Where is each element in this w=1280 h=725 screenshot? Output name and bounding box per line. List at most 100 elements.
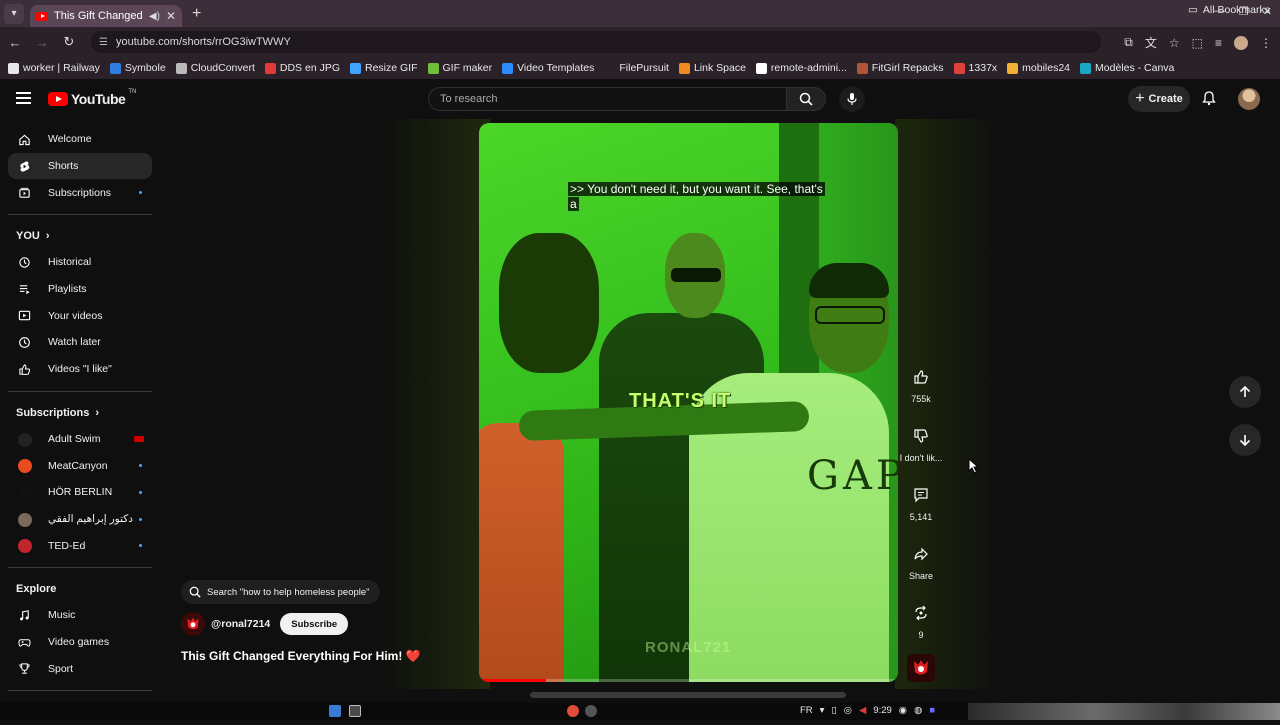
bookmark-star-icon[interactable]: ☆ [1169,36,1180,50]
sidebar-item-home[interactable]: Welcome [8,126,152,153]
suggested-search-chip[interactable]: Search "how to help homeless people" [181,580,380,604]
search-button[interactable] [786,87,826,111]
media-control-icon[interactable]: ≡ [1215,36,1222,50]
sidebar-item-channel[interactable]: MeatCanyon [8,452,152,479]
volume-icon[interactable]: ◀ [859,705,866,716]
channel-avatar-icon [18,485,32,500]
keyboard-language[interactable]: FR [800,705,813,716]
taskbar-apps [329,705,361,717]
sidebar-item-music[interactable]: Music [8,602,152,629]
browser-tab[interactable]: This Gift Changed Eve ◀) ✕ [30,5,182,27]
bookmark-item[interactable]: Symbole [109,62,166,74]
back-button[interactable]: ← [3,35,27,50]
tab-title: This Gift Changed Eve [54,10,143,22]
logo-country: TN [128,89,137,95]
bookmark-item[interactable]: FilePursuit [604,62,669,74]
settings-icon[interactable] [585,705,597,717]
notifications-button[interactable] [1201,90,1217,111]
remix-button[interactable]: 9 [898,600,944,640]
bookmark-item[interactable]: Resize GIF [350,62,418,74]
sidebar-item-clock[interactable]: Watch later [8,329,152,356]
bookmark-item[interactable]: remote-admini... [755,62,847,74]
channel-thumbnail[interactable] [907,654,935,682]
sidebar-item-channel[interactable]: دكتور إبراهيم الفقي [8,506,152,533]
account-avatar[interactable] [1238,88,1260,110]
sidebar-item-your-videos[interactable]: Your videos [8,302,152,329]
comments-button[interactable]: 5,141 [898,482,944,522]
bookmark-label: Symbole [124,62,166,74]
share-button[interactable]: Share [898,541,944,581]
sidebar-item-gamepad[interactable]: Video games [8,629,152,656]
battery-icon[interactable]: ▯ [831,705,836,716]
sidebar-item-channel[interactable]: HÖR BERLIN [8,479,152,506]
tab-search-button[interactable]: ▾ [4,3,24,24]
bookmark-item[interactable]: Link Space [678,62,746,74]
close-tab-icon[interactable]: ✕ [166,9,176,23]
arrow-down-icon [1239,435,1251,447]
profile-avatar-icon[interactable] [1234,35,1248,50]
bookmark-favicon-icon [350,62,361,74]
new-tab-button[interactable]: + [192,5,201,23]
network-icon[interactable]: ◎ [844,705,852,716]
shorts-video-player[interactable]: GAP >> You don't need it, but you want i… [479,123,898,682]
you-section-header[interactable]: YOU › [0,223,160,249]
speaker-icon[interactable]: ◀) [149,11,160,22]
sidebar-item-shorts[interactable]: Shorts [8,152,152,180]
file-manager-icon[interactable] [349,705,361,717]
voice-search-button[interactable] [839,86,865,112]
site-info-icon[interactable]: ☰ [99,37,108,48]
bookmark-item[interactable]: mobiles24 [1007,62,1070,74]
sidebar-item-playlists[interactable]: Playlists [8,276,152,303]
video-title[interactable]: This Gift Changed Everything For Him! ❤️ [181,649,421,663]
sidebar-item-thumbs-up[interactable]: Videos "I like" [8,356,152,383]
arrow-up-icon [1239,385,1251,397]
bookmark-item[interactable]: Video Templates [502,62,594,74]
new-content-dot [139,517,142,521]
tray-icon[interactable]: ◉ [899,705,907,716]
all-bookmarks-button[interactable]: ▭ All Bookmarks [1188,4,1270,16]
reload-button[interactable]: ↻ [57,34,81,50]
app-launcher-icon[interactable] [329,705,341,717]
bookmark-item[interactable]: 1337x [953,62,997,74]
subscribe-button[interactable]: Subscribe [280,613,349,635]
shirt-logo-text: GAP [807,453,898,499]
wifi-icon[interactable]: ▾ [820,705,825,716]
bookmark-item[interactable]: GIF maker [427,62,492,74]
translate-icon[interactable]: 文 [1145,34,1157,51]
bookmark-item[interactable]: FitGirl Repacks [856,62,944,74]
sidebar-item-channel[interactable]: TED-Ed [8,532,152,559]
sidebar-item-label: Watch later [48,336,101,349]
clock[interactable]: 9:29 [873,705,892,716]
search-input[interactable]: To research [428,87,787,111]
channel-avatar[interactable] [181,612,205,636]
bell-icon [1202,91,1216,106]
tray-icon-2[interactable]: ◍ [914,705,922,716]
subscriptions-section-header[interactable]: Subscriptions › [0,400,160,426]
bookmark-item[interactable]: worker | Railway [8,62,100,74]
bookmark-item[interactable]: DDS en JPG [264,62,340,74]
create-button[interactable]: + Create [1128,86,1190,112]
browser-menu-icon[interactable]: ⋮ [1260,36,1272,50]
extensions-icon[interactable]: ⬚ [1192,36,1203,50]
bookmark-item[interactable]: Modèles - Canva [1080,62,1174,74]
sidebar-item-subscriptions[interactable]: Subscriptions [8,179,152,206]
youtube-logo[interactable]: YouTube TN [48,89,137,107]
forward-button[interactable]: → [30,35,54,50]
remix-icon [908,600,934,626]
like-button[interactable]: 755k [898,364,944,404]
sidebar-item-history[interactable]: Historical [8,249,152,276]
channel-name[interactable]: @ronal7214 [211,618,270,630]
address-bar[interactable]: ☰ youtube.com/shorts/rrOG3iwTWWY [91,31,1101,53]
sidebar-item-channel[interactable]: Adult Swim [8,426,152,453]
chrome-icon[interactable] [567,705,579,717]
horizontal-scrollbar[interactable] [530,692,846,698]
dislike-button[interactable]: I don't lik... [898,423,944,463]
sidebar-item-trophy[interactable]: Sport [8,655,152,682]
bookmark-item[interactable]: CloudConvert [175,62,255,74]
menu-icon[interactable] [16,92,31,104]
previous-short-button[interactable] [1229,376,1261,408]
install-app-icon[interactable]: ⧉ [1124,35,1133,50]
show-desktop-icon[interactable]: ■ [929,705,935,716]
next-short-button[interactable] [1229,424,1261,456]
video-progress-bar[interactable] [479,679,898,682]
